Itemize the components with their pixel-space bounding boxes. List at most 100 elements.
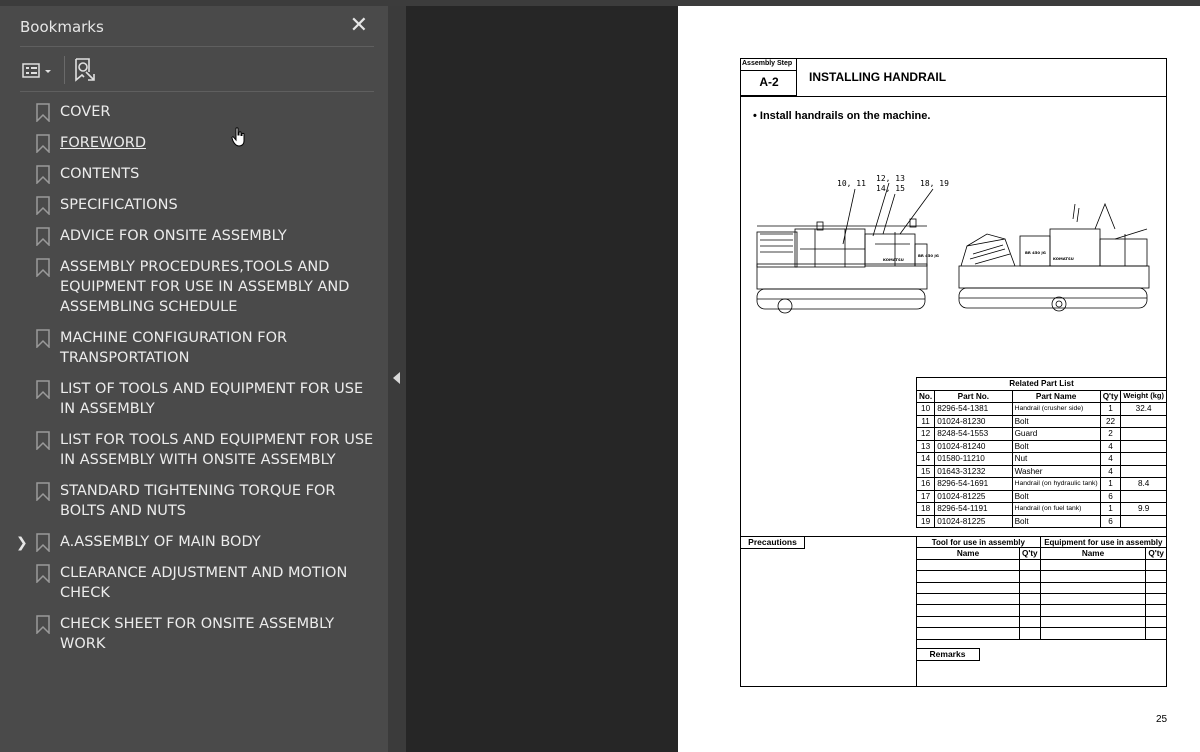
find-bookmark-icon[interactable] [72,56,98,84]
mouse-cursor-icon [231,127,245,147]
table-row [915,558,1167,572]
table-row [915,627,1167,640]
divider [20,46,374,47]
machine-model-label: BR 450 JG [1025,250,1046,255]
step-title: INSTALLING HANDRAIL [809,70,947,84]
bookmark-label: MACHINE CONFIGURATION FOR TRANSPORTATION [60,330,288,366]
table-row: 11 01024-81230 Bolt 22 [915,414,1167,428]
bookmark-label: STANDARD TIGHTENING TORQUE FOR BOLTS AND… [60,483,336,519]
list-options-icon[interactable] [20,58,56,84]
bookmarks-title: Bookmarks [20,18,104,36]
bookmark-label: ASSEMBLY PROCEDURES,TOOLS AND EQUIPMENT … [60,259,350,315]
machine-illustration: 10, 11 12, 13 14, 15 18, 19 KOMATSU BR 4… [756,174,1150,314]
bookmark-label: LIST FOR TOOLS AND EQUIPMENT FOR USE IN … [60,432,374,468]
callout-label: 14, 15 [876,184,905,193]
column-header: Part No. [934,389,1013,403]
pdf-page: Assembly Step A-2 INSTALLING HANDRAIL • … [678,6,1200,752]
table-row [915,615,1167,629]
instruction-text: • Install handrails on the machine. [753,110,931,122]
bookmarks-toolbar [20,54,374,88]
table-row [915,604,1167,617]
bookmark-icon [36,227,50,246]
collapse-panel-icon[interactable] [393,372,400,384]
bookmark-icon [36,165,50,184]
close-icon[interactable]: ✕ [350,14,368,36]
divider [20,91,374,92]
column-header: No. [915,389,936,403]
column-header: Q'ty [1145,547,1167,560]
bookmark-list: COVER FOREWORD CONTENTS SPECIFICATIONS A… [0,102,388,665]
bookmark-item-contents[interactable]: CONTENTS [0,164,380,184]
precautions-label: Precautions [741,536,805,549]
bookmark-label: SPECIFICATIONS [60,197,178,213]
bookmark-icon [36,103,50,122]
panel-splitter[interactable] [388,6,406,752]
chevron-right-icon[interactable]: ❯ [16,533,28,553]
bookmark-icon [36,196,50,215]
bookmark-item-assembly-main-body[interactable]: ❯ A.ASSEMBLY OF MAIN BODY [0,532,380,552]
bookmark-item-advice[interactable]: ADVICE FOR ONSITE ASSEMBLY [0,226,380,246]
divider [741,70,797,71]
table-row: 18 8296-54-1191 Handrail (on fuel tank) 1 9.… [915,502,1167,516]
bookmark-icon [36,482,50,501]
bookmark-item-clearance-adjustment[interactable]: CLEARANCE ADJUSTMENT AND MOTION CHECK [0,563,380,603]
bookmark-icon [36,431,50,450]
table-row [915,570,1167,583]
bookmark-icon [36,380,50,399]
bookmark-item-machine-configuration[interactable]: MACHINE CONFIGURATION FOR TRANSPORTATION [0,328,380,368]
bookmark-icon [36,564,50,583]
bookmark-label: CLEARANCE ADJUSTMENT AND MOTION CHECK [60,565,348,601]
column-header: Name [1039,547,1147,560]
bookmark-label: CONTENTS [60,166,140,182]
callout-label: 12, 13 [876,174,905,183]
table-row [915,592,1167,606]
bookmark-item-tightening-torque[interactable]: STANDARD TIGHTENING TORQUE FOR BOLTS AND… [0,481,380,521]
callout-label: 10, 11 [837,179,866,188]
toolbar-separator [64,56,65,84]
bookmark-label: LIST OF TOOLS AND EQUIPMENT FOR USE IN A… [60,381,364,417]
assembly-step-box: Assembly Step A-2 [741,59,797,96]
bookmark-icon [36,329,50,348]
bookmark-item-specifications[interactable]: SPECIFICATIONS [0,195,380,215]
table-row: 19 01024-81225 Bolt 6 [915,514,1167,528]
bookmark-icon [36,615,50,634]
related-part-list: Related Part List No. Part No. Part Name… [915,377,1167,528]
remarks-label: Remarks [916,648,980,661]
bookmark-icon [36,134,50,153]
related-part-list-title: Related Part List [916,377,1167,391]
bookmark-item-cover[interactable]: COVER [0,102,380,122]
bookmark-icon [36,533,50,552]
assembly-step-sheet: Assembly Step A-2 INSTALLING HANDRAIL • … [740,58,1168,687]
table-row: 16 8296-54-1691 Handrail (on hydraulic tan… [915,477,1167,491]
bookmark-label: ADVICE FOR ONSITE ASSEMBLY [60,228,287,244]
bookmark-item-assembly-procedures[interactable]: ASSEMBLY PROCEDURES,TOOLS AND EQUIPMENT … [0,257,380,317]
column-header: Name [915,547,1021,560]
callout-label: 18, 19 [920,179,949,188]
machine-brand-label: KOMATSU [883,257,904,262]
equipment-header: Equipment for use in assembly [1039,535,1168,549]
bookmarks-header: Bookmarks ✕ [20,14,374,48]
column-header: Q'ty [1099,389,1122,403]
bookmark-item-foreword[interactable]: FOREWORD [0,133,380,153]
machine-brand-label: KOMATSU [1053,256,1074,261]
divider [741,96,1166,97]
bookmark-label: A.ASSEMBLY OF MAIN BODY [60,534,261,550]
column-header: Q'ty [1019,547,1041,560]
tool-header: Tool for use in assembly [916,535,1041,549]
table-row: 14 01580-11210 Nut 4 [915,452,1167,466]
bookmark-label: COVER [60,104,111,120]
column-header: Weight (kg) [1120,389,1167,403]
column-header: Part Name [1011,389,1101,403]
bookmark-icon [36,258,50,277]
bookmark-item-list-for-tools-onsite[interactable]: LIST FOR TOOLS AND EQUIPMENT FOR USE IN … [0,430,380,470]
bookmark-item-check-sheet[interactable]: CHECK SHEET FOR ONSITE ASSEMBLY WORK [0,614,380,654]
bookmark-item-list-of-tools[interactable]: LIST OF TOOLS AND EQUIPMENT FOR USE IN A… [0,379,380,419]
table-row: 13 01024-81240 Bolt 4 [915,439,1167,453]
bookmark-label: CHECK SHEET FOR ONSITE ASSEMBLY WORK [60,616,335,652]
page-number: 25 [1156,714,1168,725]
table-row [915,581,1167,594]
machine-model-label: BR 450 JG [918,253,939,258]
table-row: 17 01024-81225 Bolt 6 [915,489,1167,503]
table-row: 15 01643-31232 Washer 4 [915,464,1167,478]
step-number: A-2 [759,75,779,89]
